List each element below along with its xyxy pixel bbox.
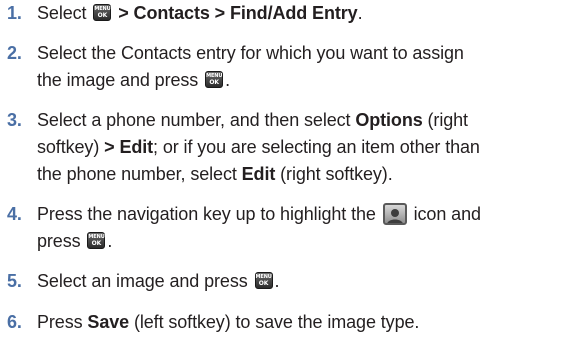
menu-ok-key-icon: MENU OK	[93, 4, 112, 21]
step-number: 4.	[7, 204, 22, 224]
menu-ok-key-icon: MENU OK	[205, 71, 224, 88]
step-1: 1. Select MENU OK > Contacts > Find/Add E…	[7, 0, 573, 27]
step-6: 6. Press Save (left softkey) to save the…	[7, 309, 573, 336]
step-number: 3.	[7, 110, 22, 130]
contact-picture-icon	[382, 203, 407, 225]
step-4: 4. Press the navigation key up to highli…	[7, 201, 573, 255]
menu-ok-key-icon: MENU OK	[254, 272, 273, 289]
step-2: 2. Select the Contacts entry for which y…	[7, 40, 573, 94]
step-number: 5.	[7, 271, 22, 291]
menu-ok-key-icon: MENU OK	[87, 232, 106, 249]
step-number: 2.	[7, 43, 22, 63]
step-5: 5. Select an image and press MENU OK.	[7, 268, 573, 295]
step-3: 3. Select a phone number, and then selec…	[7, 107, 573, 188]
step-number: 6.	[7, 312, 22, 332]
step-number: 1.	[7, 3, 22, 23]
